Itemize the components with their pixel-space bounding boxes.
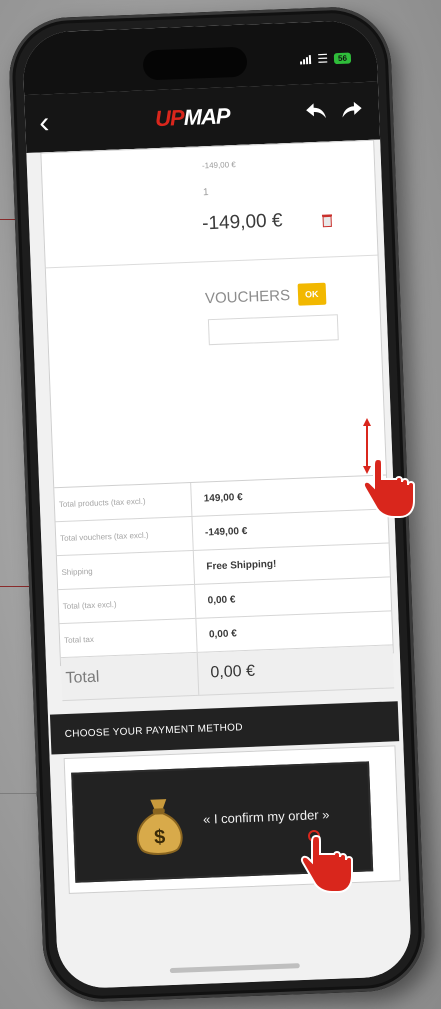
checkout-content: -149,00 € 1 -149,00 € VOUCHERS OK Total …: [26, 139, 413, 990]
scroll-hand-icon: [362, 457, 415, 518]
grand-total-label: Total: [60, 652, 200, 701]
total-value: 149,00 €: [203, 492, 243, 505]
signal-icon: [300, 54, 312, 64]
undo-icon[interactable]: [302, 97, 329, 124]
quantity: 1: [202, 187, 209, 199]
wifi-icon: ☰: [317, 51, 329, 66]
total-label: Total tax: [59, 618, 198, 658]
total-value: Free Shipping!: [206, 558, 277, 573]
total-value: -149,00 €: [204, 525, 248, 539]
money-bag-icon: $: [136, 799, 183, 855]
total-value: 0,00 €: [207, 594, 236, 607]
svg-text:$: $: [154, 826, 166, 848]
voucher-ok-button[interactable]: OK: [297, 282, 326, 306]
tap-hand-icon: [300, 830, 353, 893]
app-logo: UPMAP: [154, 103, 231, 132]
total-label: Shipping: [56, 550, 196, 590]
unit-price: -149,00 €: [201, 160, 236, 171]
confirm-order-label: « I confirm my order »: [202, 806, 330, 827]
redo-icon[interactable]: [338, 96, 365, 123]
vouchers-label: VOUCHERS: [204, 286, 291, 307]
total-label: Total (tax excl.): [58, 584, 197, 624]
battery-icon: 56: [333, 52, 352, 64]
voucher-code-input[interactable]: [207, 314, 339, 346]
total-label: Total vouchers (tax excl.): [55, 516, 194, 556]
chevron-left-icon[interactable]: ‹: [39, 106, 50, 139]
cart-summary: -149,00 € 1 -149,00 € VOUCHERS OK Total …: [40, 139, 395, 702]
dynamic-island: [142, 46, 248, 81]
vouchers-row: VOUCHERS OK: [204, 282, 326, 310]
total-value: 0,00 €: [208, 628, 238, 641]
home-indicator: [169, 963, 300, 974]
callout-line-bottom: [0, 793, 38, 794]
grand-total-value: 0,00 €: [210, 662, 256, 682]
divider: [45, 254, 378, 269]
trash-icon[interactable]: [321, 212, 334, 228]
total-label: Total products (tax excl.): [54, 482, 193, 522]
totals-table: Total products (tax excl.) 149,00 € Total…: [54, 474, 395, 702]
line-total: -149,00 €: [201, 210, 283, 235]
